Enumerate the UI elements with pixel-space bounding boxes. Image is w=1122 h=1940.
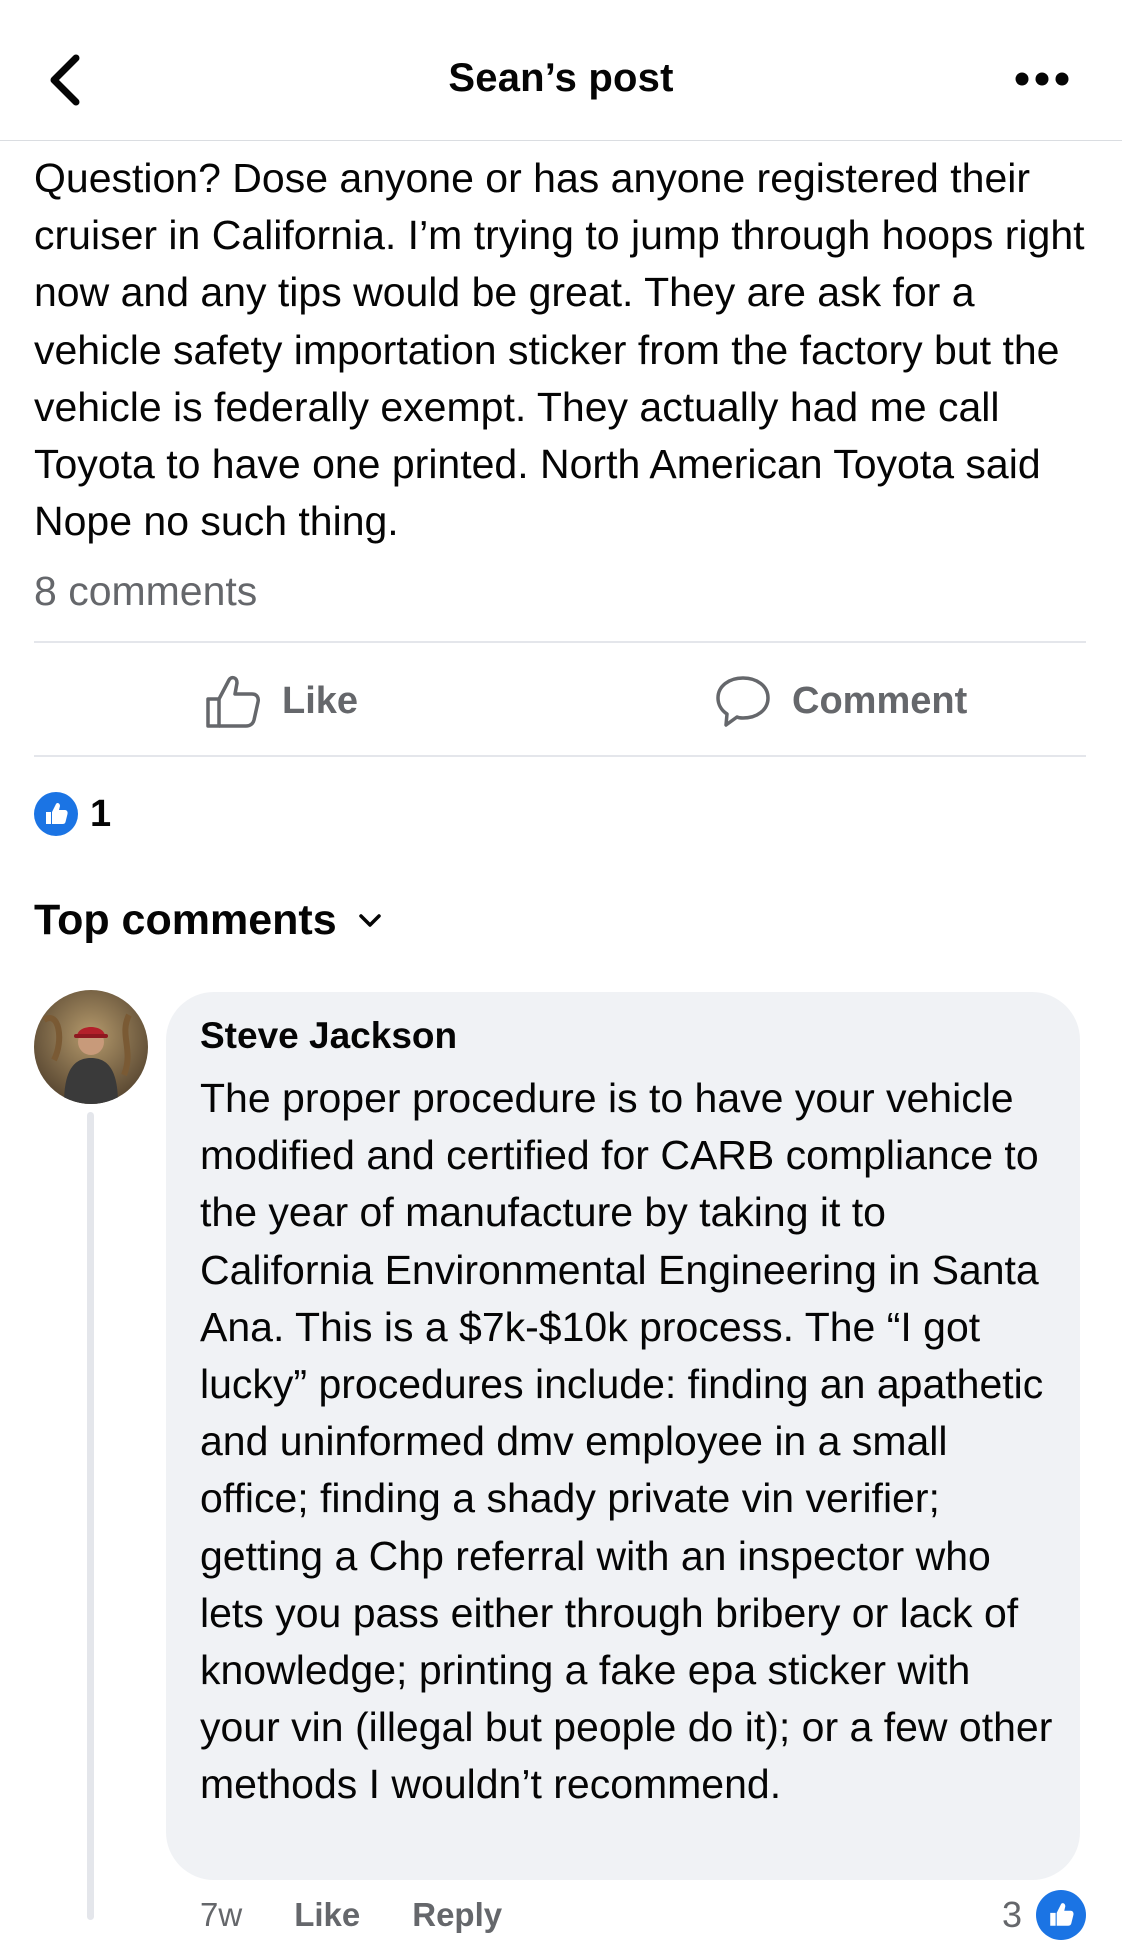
avatar[interactable] [34, 990, 148, 1104]
comment-timestamp[interactable]: 7w [200, 1896, 242, 1936]
like-label: Like [282, 679, 359, 722]
comment-sort-dropdown[interactable]: Top comments [34, 896, 383, 945]
comment-reply-button[interactable]: Reply [412, 1896, 502, 1936]
comment-bubble: Steve Jackson The proper procedure is to… [166, 992, 1080, 1880]
ellipsis-icon [1015, 72, 1069, 86]
comment-sort-label: Top comments [34, 896, 337, 944]
more-options-button[interactable] [1006, 62, 1078, 96]
comment-icon [716, 676, 770, 727]
top-bar: Sean’s post [0, 0, 1122, 141]
thumbs-up-icon [206, 675, 260, 728]
comment-button[interactable]: Comment [714, 668, 967, 734]
post-text: Question? Dose anyone or has anyone regi… [34, 155, 1085, 545]
thread-line [87, 1112, 94, 1920]
reaction-summary[interactable]: 1 [34, 790, 111, 838]
comment-meta: 7w Like Reply [200, 1896, 554, 1936]
reaction-count: 1 [90, 792, 112, 835]
divider [34, 641, 1086, 643]
comment-reaction-summary[interactable]: 3 [1002, 1890, 1086, 1940]
page-title: Sean’s post [448, 56, 674, 100]
thumbs-up-icon [1036, 1890, 1086, 1940]
comment-count-link[interactable]: 8 comments [34, 568, 257, 615]
thumbs-up-icon [34, 792, 78, 836]
comment-text: The proper procedure is to have your veh… [200, 1075, 1053, 1808]
comment-like-button[interactable]: Like [294, 1896, 360, 1936]
like-button[interactable]: Like [204, 668, 358, 734]
comment-label: Comment [792, 679, 968, 722]
divider [34, 755, 1086, 757]
chevron-down-icon [358, 913, 381, 927]
comment-author[interactable]: Steve Jackson [200, 1012, 457, 1060]
comment-reaction-count: 3 [1001, 1894, 1022, 1935]
